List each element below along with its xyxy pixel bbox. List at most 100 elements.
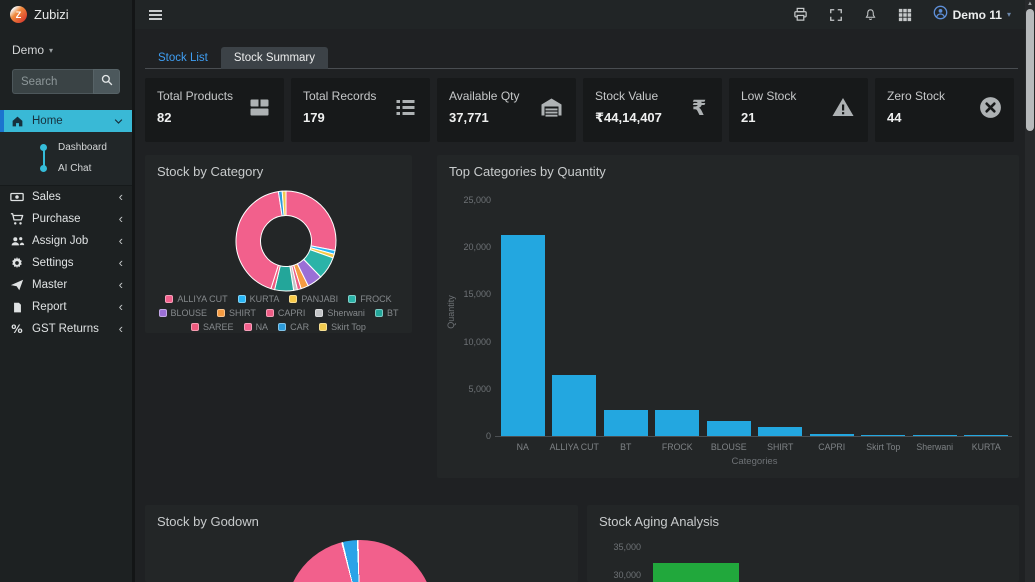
percent-icon: % [9, 322, 25, 336]
legend-item-car[interactable]: CAR [278, 322, 309, 332]
printer-icon[interactable] [793, 7, 808, 22]
y-axis-tick: 10,000 [443, 337, 491, 347]
search-icon [101, 73, 113, 91]
send-icon [9, 278, 25, 292]
x-category-label: CAPRI [806, 442, 858, 452]
stats-row: Total Products82Total Records179Availabl… [145, 78, 1018, 142]
pie-chart [286, 540, 434, 582]
chevron-left-icon: ‹ [119, 192, 123, 202]
legend-label: BLOUSE [171, 308, 208, 318]
sidebar-item-report[interactable]: Report‹ [0, 296, 132, 318]
sidebar-item-home[interactable]: Home [0, 110, 132, 132]
legend-label: CAR [290, 322, 309, 332]
donut-chart [226, 181, 346, 301]
users-icon [9, 234, 25, 248]
bar-shirt [758, 427, 802, 436]
y-axis-tick: 25,000 [443, 195, 491, 205]
legend-swatch [159, 309, 167, 317]
legend-item-panjabi[interactable]: PANJABI [289, 294, 338, 304]
y-axis-tick: 0 [443, 431, 491, 441]
search-button[interactable] [93, 69, 120, 94]
donut-segment-na [236, 192, 282, 289]
brand-logo-icon: Z [10, 6, 27, 23]
legend-item-bt[interactable]: BT [375, 308, 399, 318]
sidebar-item-master[interactable]: Master‹ [0, 274, 132, 296]
legend-swatch [278, 323, 286, 331]
legend-item-blouse[interactable]: BLOUSE [159, 308, 208, 318]
y-axis-tick: 5,000 [443, 384, 491, 394]
chart-legend: ALLIYA CUT KURTA PANJABI FROCK BLOUSE SHIRT CA… [151, 292, 406, 333]
legend-item-frock[interactable]: FROCK [348, 294, 392, 304]
legend-swatch [238, 295, 246, 303]
panel-stock-by-category: Stock by Category ALLIYA CUTKURTAPANJABI… [145, 155, 412, 333]
x-category-label: NA [497, 442, 549, 452]
svg-text:₹: ₹ [692, 96, 707, 120]
sidebar-item-label: GST Returns [32, 323, 119, 335]
sidebar-item-purchase[interactable]: Purchase‹ [0, 208, 132, 230]
sidebar-item-label: Report [32, 301, 119, 313]
bar-sherwani [913, 435, 957, 437]
scroll-up-icon[interactable]: ▲ [1025, 0, 1035, 8]
bar-na [501, 235, 545, 436]
chevron-left-icon: ‹ [119, 258, 123, 268]
x-category-label: Sherwani [909, 442, 961, 452]
legend-label: FROCK [360, 294, 392, 304]
app-window: Z Zubizi Demo ▾ Home DashboardAI Chat Sale… [0, 0, 1035, 582]
money-icon [9, 190, 25, 204]
workspace-dropdown[interactable]: Demo ▾ [0, 29, 132, 59]
warehouse-icon [538, 96, 565, 125]
panel-title: Stock Aging Analysis [599, 514, 719, 529]
legend-item-kurta[interactable]: KURTA [238, 294, 280, 304]
sidebar-item-gst-returns[interactable]: %GST Returns‹ [0, 318, 132, 340]
sidebar-subitem-ai-chat[interactable]: AI Chat [0, 158, 132, 179]
legend-item-na[interactable]: NA [244, 322, 269, 332]
legend-item-sherwani[interactable]: Sherwani [315, 308, 365, 318]
page-scrollbar[interactable]: ▲ [1025, 0, 1035, 582]
sidebar-item-label: Assign Job [32, 235, 119, 247]
stat-card-low-stock: Low Stock21 [729, 78, 868, 142]
legend-swatch [315, 309, 323, 317]
sidebar-item-label: Settings [32, 257, 119, 269]
stat-card-total-records: Total Records179 [291, 78, 430, 142]
hamburger-menu-icon[interactable] [149, 8, 163, 22]
sidebar-item-sales[interactable]: Sales‹ [0, 186, 132, 208]
top-navbar: Demo 11 ▾ [135, 0, 1025, 29]
x-category-label: SHIRT [755, 442, 807, 452]
expand-icon[interactable] [829, 8, 843, 22]
sidebar-item-assign-job[interactable]: Assign Job‹ [0, 230, 132, 252]
brand: Z Zubizi [0, 0, 132, 29]
chevron-left-icon: ‹ [119, 302, 123, 312]
legend-label: Sherwani [327, 308, 365, 318]
legend-item-saree[interactable]: SAREE [191, 322, 234, 332]
legend-item-shirt[interactable]: SHIRT [217, 308, 256, 318]
sidebar-subitem-dashboard[interactable]: Dashboard [0, 137, 132, 158]
workspace-label: Demo [12, 43, 44, 57]
sidebar-item-settings[interactable]: Settings‹ [0, 252, 132, 274]
brand-name: Zubizi [34, 7, 69, 22]
donut-segment-alliya-cut [286, 191, 336, 251]
scrollbar-thumb[interactable] [1026, 9, 1034, 131]
user-menu[interactable]: Demo 11 ▾ [933, 5, 1011, 25]
bell-icon[interactable] [864, 8, 877, 22]
panel-title: Stock by Godown [157, 514, 259, 529]
svg-text:%: % [11, 322, 23, 336]
legend-label: BT [387, 308, 399, 318]
legend-label: ALLIYA CUT [177, 294, 227, 304]
tab-stock-list[interactable]: Stock List [145, 47, 221, 69]
legend-item-skirt-top[interactable]: Skirt Top [319, 322, 366, 332]
circle-x-icon [978, 95, 1003, 125]
legend-swatch [244, 323, 252, 331]
user-circle-icon [933, 5, 948, 25]
legend-item-capri[interactable]: CAPRI [266, 308, 306, 318]
y-axis-tick: 30,000 [593, 570, 641, 580]
legend-label: SHIRT [229, 308, 256, 318]
sidebar-item-label: Sales [32, 191, 119, 203]
search-input[interactable] [12, 69, 93, 94]
legend-item-alliya-cut[interactable]: ALLIYA CUT [165, 294, 227, 304]
bar-bt [604, 410, 648, 436]
tab-stock-summary[interactable]: Stock Summary [221, 47, 328, 69]
sidebar-search [12, 69, 120, 94]
grid-icon[interactable] [898, 8, 912, 22]
legend-swatch [217, 309, 225, 317]
chevron-left-icon: ‹ [119, 214, 123, 224]
